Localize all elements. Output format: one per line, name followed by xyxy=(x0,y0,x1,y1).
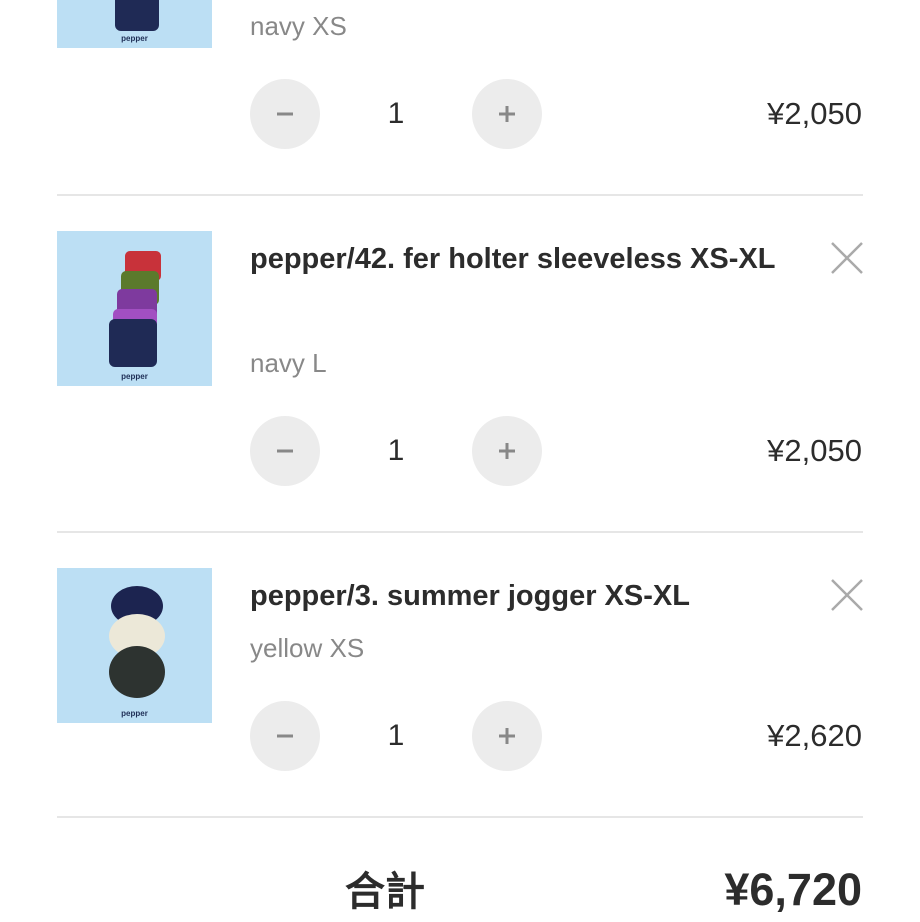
quantity-increment-button[interactable] xyxy=(472,416,542,486)
product-title[interactable]: pepper/42. fer holter sleeveless XS-XL xyxy=(250,233,790,286)
minus-icon xyxy=(277,112,293,116)
total-divider xyxy=(57,816,863,818)
close-icon[interactable] xyxy=(829,240,865,276)
product-variant: navy L xyxy=(250,348,327,378)
close-icon[interactable] xyxy=(829,577,865,613)
item-price: ¥2,050 xyxy=(767,433,862,468)
plus-icon xyxy=(499,106,515,122)
quantity-value: 1 xyxy=(387,97,405,130)
total-value: ¥6,720 xyxy=(724,864,862,915)
item-price: ¥2,050 xyxy=(767,96,862,131)
quantity-value: 1 xyxy=(387,434,405,467)
product-title[interactable]: pepper/3. summer jogger XS-XL xyxy=(250,570,790,623)
quantity-decrement-button[interactable] xyxy=(250,416,320,486)
product-image[interactable]: pepper xyxy=(57,568,212,723)
item-divider xyxy=(57,194,863,196)
quantity-decrement-button[interactable] xyxy=(250,79,320,149)
quantity-value: 1 xyxy=(387,719,405,752)
total-label: 合計 xyxy=(345,869,425,915)
plus-icon xyxy=(499,728,515,744)
item-price: ¥2,620 xyxy=(767,718,862,753)
minus-icon xyxy=(277,734,293,738)
product-image[interactable]: pepper xyxy=(57,231,212,386)
brand-label: pepper xyxy=(121,372,148,381)
quantity-decrement-button[interactable] xyxy=(250,701,320,771)
plus-icon xyxy=(499,443,515,459)
quantity-increment-button[interactable] xyxy=(472,701,542,771)
product-variant: navy XS xyxy=(250,11,347,41)
minus-icon xyxy=(277,449,293,453)
product-variant: yellow XS xyxy=(250,633,365,663)
quantity-increment-button[interactable] xyxy=(472,79,542,149)
product-image[interactable]: pepper xyxy=(57,0,212,48)
brand-label: pepper xyxy=(121,34,148,43)
item-divider xyxy=(57,531,863,533)
brand-label: pepper xyxy=(121,709,148,718)
